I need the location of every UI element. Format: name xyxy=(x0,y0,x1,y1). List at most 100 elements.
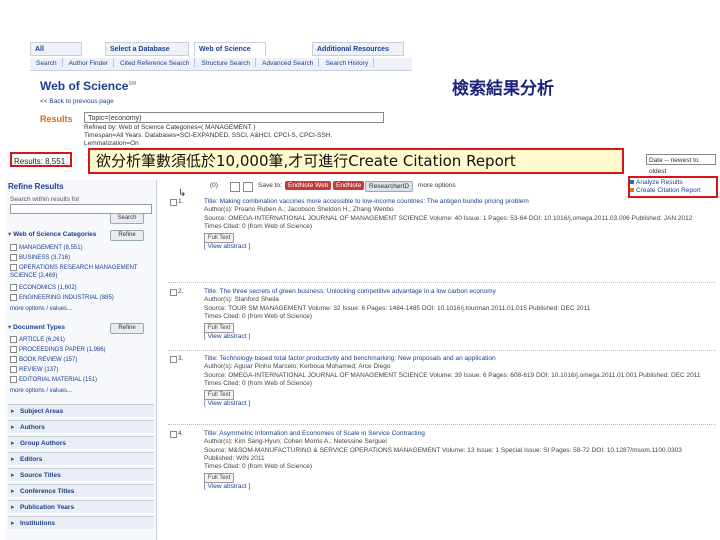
overlay-title: 檢索結果分析 xyxy=(452,79,554,99)
full-text-button[interactable]: Full Text xyxy=(204,390,235,401)
checkbox[interactable] xyxy=(10,284,17,291)
record-title[interactable]: Title: Technology-based total factor pro… xyxy=(204,355,715,363)
subnav-cited-reference[interactable]: Cited Reference Search xyxy=(114,58,196,67)
category-item[interactable]: OPERATIONS RESEARCH MANAGEMENT SCIENCE (… xyxy=(10,264,150,280)
tab-select-database[interactable]: Select a Database xyxy=(105,42,189,56)
endnote-button[interactable]: EndNote xyxy=(333,181,365,190)
facet-publication-years[interactable]: Publication Years xyxy=(8,500,154,514)
record-times-cited: Times Cited: 0 (from Web of Science) xyxy=(204,379,313,387)
divider xyxy=(168,350,716,351)
record-source: Source: OMEGA-INTERNATIONAL JOURNAL OF M… xyxy=(204,214,693,222)
record-times-cited: Times Cited: 0 (from Web of Science) xyxy=(204,312,313,320)
record-title[interactable]: Title: Asymmetric Information and Econom… xyxy=(204,430,715,438)
view-abstract-link[interactable]: [ View abstract ] xyxy=(204,483,715,491)
search-within-label: Search within results for xyxy=(10,196,80,203)
checkbox[interactable] xyxy=(10,294,17,301)
search-subnav: Search Author Finder Cited Reference Searc… xyxy=(30,58,412,71)
endnote-web-button[interactable]: EndNote Web xyxy=(285,181,332,190)
checkbox[interactable] xyxy=(10,356,17,363)
record-authors: Author(s): Stanford Sheila xyxy=(204,296,279,304)
report-links-box: Analyze Results Create Citation Report xyxy=(628,176,718,198)
record-1: 1. Title: Making combination vaccines mo… xyxy=(170,198,715,251)
more-options-select[interactable]: more options xyxy=(418,180,456,192)
view-abstract-link[interactable]: [ View abstract ] xyxy=(204,333,715,341)
subnav-history[interactable]: Search History xyxy=(319,58,375,67)
divider xyxy=(168,282,716,283)
record-checkbox[interactable] xyxy=(170,431,177,438)
search-within-button[interactable]: Search xyxy=(110,213,144,224)
record-4: 4. Title: Asymmetric Information and Eco… xyxy=(170,430,715,492)
record-3: 3. Title: Technology-based total factor … xyxy=(170,355,715,408)
divider xyxy=(168,424,716,425)
analyze-results-link[interactable]: Analyze Results xyxy=(636,179,683,186)
record-number: 1. xyxy=(178,198,184,205)
more-options-link[interactable]: more options / values... xyxy=(10,387,72,395)
record-title[interactable]: Title: The three secrets of green busine… xyxy=(204,288,715,296)
facet-authors[interactable]: Authors xyxy=(8,420,154,434)
record-checkbox[interactable] xyxy=(170,289,177,296)
subnav-author-finder[interactable]: Author Finder xyxy=(63,58,114,67)
record-number: 2. xyxy=(178,288,184,295)
categories-refine-button[interactable]: Refine xyxy=(110,230,144,241)
record-checkbox[interactable] xyxy=(170,356,177,363)
record-source: Source: TOUR SM MANAGEMENT Volume: 32 Is… xyxy=(204,304,591,312)
checkbox[interactable] xyxy=(10,346,17,353)
record-published: Published: WIN 2011 xyxy=(204,454,265,462)
refine-results-title: Refine Results xyxy=(8,182,64,191)
facet-editors[interactable]: Editors xyxy=(8,452,154,466)
subnav-advanced[interactable]: Advanced Search xyxy=(256,58,320,67)
timespan: Timespan=All Years. Databases=SCI-EXPAND… xyxy=(84,132,333,139)
view-abstract-link[interactable]: [ View abstract ] xyxy=(204,400,715,408)
web-of-science-logo: Web of ScienceSM xyxy=(40,79,136,93)
category-item[interactable]: MANAGEMENT (8,551) xyxy=(10,244,83,252)
back-link[interactable]: << Back to previous page xyxy=(40,98,114,106)
researcherid-button[interactable]: ResearcherID xyxy=(365,181,414,192)
record-authors: Author(s): Aguiar Pinho Marcelo; Kerboua… xyxy=(204,363,391,371)
email-icon[interactable] xyxy=(243,182,253,192)
sort-select[interactable]: Date -- newest to oldest xyxy=(646,154,716,175)
create-citation-report-link[interactable]: Create Citation Report xyxy=(636,187,701,194)
record-title[interactable]: Title: Making combination vaccines more … xyxy=(204,198,715,206)
full-text-button[interactable]: Full Text xyxy=(204,233,235,244)
doctype-item[interactable]: REVIEW (137) xyxy=(10,366,58,374)
facet-group-authors[interactable]: Group Authors xyxy=(8,436,154,450)
analyze-icon xyxy=(630,180,634,184)
print-icon[interactable] xyxy=(230,182,240,192)
refined-by: Refined by: Web of Science Categories=( … xyxy=(84,124,256,131)
record-checkbox[interactable] xyxy=(170,199,177,206)
doctype-item[interactable]: ARTICLE (6,261) xyxy=(10,336,65,344)
save-to-label: Save to: xyxy=(258,182,282,189)
record-authors: Author(s): Proano Ruben A.; Jacobson She… xyxy=(204,206,394,214)
facet-source-titles[interactable]: Source Titles xyxy=(8,468,154,482)
tab-all-databases[interactable]: All Databases xyxy=(30,42,82,67)
doctype-item[interactable]: PROCEEDINGS PAPER (1,986) xyxy=(10,346,106,354)
more-options-link[interactable]: more options / values... xyxy=(10,305,72,313)
query-box: Topic=(economy) xyxy=(84,112,384,123)
category-item[interactable]: BUSINESS (3,716) xyxy=(10,254,70,262)
subnav-search[interactable]: Search xyxy=(30,58,63,67)
checkbox[interactable] xyxy=(10,264,17,271)
full-text-button[interactable]: Full Text xyxy=(204,323,235,334)
checkbox[interactable] xyxy=(10,244,17,251)
record-source: Source: M&SOM-MANUFACTURING & SERVICE OP… xyxy=(204,446,682,454)
view-abstract-link[interactable]: [ View abstract ] xyxy=(204,243,715,251)
checkbox[interactable] xyxy=(10,254,17,261)
tab-web-of-science[interactable]: Web of Science xyxy=(194,42,266,56)
category-item[interactable]: ECONOMICS (1,602) xyxy=(10,284,77,292)
subnav-structure[interactable]: Structure Search xyxy=(195,58,257,67)
checkbox[interactable] xyxy=(10,336,17,343)
doctypes-refine-button[interactable]: Refine xyxy=(110,323,144,334)
record-times-cited: Times Cited: 0 (from Web of Science) xyxy=(204,463,313,471)
doctype-item[interactable]: BOOK REVIEW (157) xyxy=(10,356,77,364)
citation-report-icon xyxy=(630,188,634,192)
checkbox[interactable] xyxy=(10,366,17,373)
full-text-button[interactable]: Full Text xyxy=(204,473,235,484)
checkbox[interactable] xyxy=(10,376,17,383)
facet-institutions[interactable]: Institutions xyxy=(8,516,154,530)
facet-subject-areas[interactable]: Subject Areas xyxy=(8,404,154,418)
facet-conference-titles[interactable]: Conference Titles xyxy=(8,484,154,498)
doctype-item[interactable]: EDITORIAL MATERIAL (151) xyxy=(10,376,97,384)
category-item[interactable]: ENGINEERING INDUSTRIAL (885) xyxy=(10,294,114,302)
results-count: Results: 8,551 xyxy=(10,152,72,167)
tab-additional-resources[interactable]: Additional Resources xyxy=(312,42,404,56)
